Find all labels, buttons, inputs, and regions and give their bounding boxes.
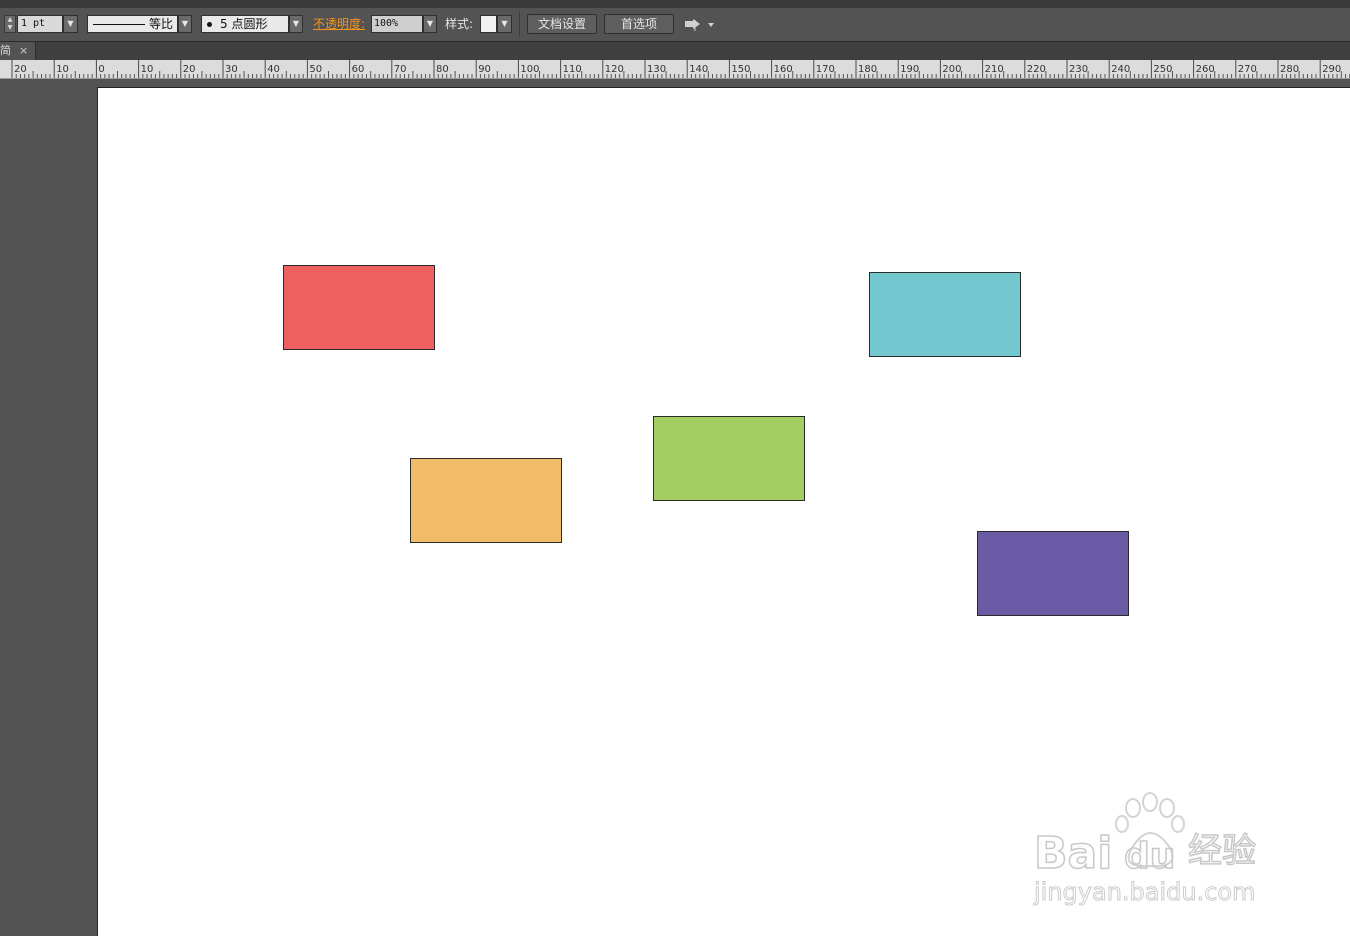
document-tab-bar: 简 × (0, 42, 1350, 60)
watermark-brand2: du (1124, 836, 1175, 877)
ruler-label: 90 (478, 64, 491, 75)
ruler-label: 240 (1111, 64, 1130, 75)
watermark-product: 经验 (1188, 831, 1256, 871)
opacity-dropdown[interactable]: ▼ (423, 15, 437, 33)
ruler-label: 20 (14, 64, 27, 75)
ruler-label: 40 (267, 64, 280, 75)
style-label: 样式: (445, 17, 474, 31)
document-tab-title: 简 (0, 44, 11, 57)
ruler-label: 230 (1069, 64, 1088, 75)
arrange-documents-icon[interactable] (684, 18, 718, 32)
ruler-label: 150 (731, 64, 750, 75)
app-top-strip (0, 0, 1350, 8)
stroke-profile-label: 等比 (148, 17, 173, 31)
ruler-label: 10 (141, 64, 154, 75)
brush-dropdown[interactable]: ▼ (289, 15, 303, 33)
ruler-label: 130 (647, 64, 666, 75)
ruler-label: 280 (1280, 64, 1299, 75)
control-bar: ▲ ▼ 1 pt ▼ 等比 ▼ 5 点圆形 ▼ 不透明度: 100% ▼ 样式: … (0, 8, 1350, 42)
close-tab-icon[interactable]: × (19, 42, 28, 60)
graphic-style-dropdown[interactable]: ▼ (497, 15, 512, 33)
opacity-field[interactable]: 100% (371, 15, 423, 33)
purple-rectangle[interactable] (977, 531, 1129, 616)
ruler-label: 50 (309, 64, 322, 75)
brush-label: 5 点圆形 (220, 17, 268, 31)
stroke-weight-spinner[interactable]: ▲ ▼ (4, 15, 16, 33)
brush-select[interactable]: 5 点圆形 (201, 15, 289, 33)
document-tab[interactable]: 简 × (0, 42, 36, 60)
ruler-label: 250 (1153, 64, 1172, 75)
ruler-label: 0 (98, 64, 104, 75)
orange-rectangle[interactable] (410, 458, 562, 543)
graphic-style-swatch[interactable] (480, 15, 497, 33)
ruler-label: 120 (605, 64, 624, 75)
watermark-url: jingyan.baidu.com (1033, 878, 1255, 906)
ruler-label: 30 (225, 64, 238, 75)
stroke-weight-field[interactable]: 1 pt (17, 15, 63, 33)
stroke-profile-dropdown[interactable]: ▼ (178, 15, 192, 33)
ruler-label: 210 (985, 64, 1004, 75)
opacity-label[interactable]: 不透明度: (313, 17, 365, 31)
stroke-weight-dropdown[interactable]: ▼ (63, 15, 78, 33)
green-rectangle[interactable] (653, 416, 805, 501)
toolbar-separator (519, 12, 520, 37)
brush-dot-icon (207, 22, 212, 27)
ruler-label: 220 (1027, 64, 1046, 75)
stroke-profile-select[interactable]: 等比 (87, 15, 178, 33)
ruler-label: 170 (816, 64, 835, 75)
ruler-label: 200 (942, 64, 961, 75)
baidu-jingyan-watermark: Bai du 经验 jingyan.baidu.com (1030, 790, 1290, 910)
ruler-label: 20 (183, 64, 196, 75)
red-rectangle[interactable] (283, 265, 435, 350)
cyan-rectangle[interactable] (869, 272, 1021, 357)
ruler-label: 190 (900, 64, 919, 75)
ruler-label: 110 (563, 64, 582, 75)
ruler-ticks: 20 10 0 10 20 30 40 50 60 70 80 90 100 110 120 130 140 15… (11, 60, 1350, 78)
watermark-brand: Bai (1034, 828, 1112, 879)
ruler-label: 180 (858, 64, 877, 75)
horizontal-ruler[interactable]: 20 10 0 10 20 30 40 50 60 70 80 90 100 110 120 130 140 15… (0, 60, 1350, 79)
ruler-label: 140 (689, 64, 708, 75)
ruler-label: 160 (774, 64, 793, 75)
preferences-button[interactable]: 首选项 (604, 14, 674, 34)
ruler-label: 80 (436, 64, 449, 75)
ruler-label: 290 (1322, 64, 1341, 75)
ruler-label: 260 (1196, 64, 1215, 75)
document-setup-button[interactable]: 文档设置 (527, 14, 597, 34)
ruler-label: 60 (352, 64, 365, 75)
stroke-line-preview (93, 24, 145, 25)
ruler-label: 70 (394, 64, 407, 75)
ruler-label: 10 (56, 64, 69, 75)
ruler-label: 270 (1238, 64, 1257, 75)
ruler-label: 100 (520, 64, 539, 75)
